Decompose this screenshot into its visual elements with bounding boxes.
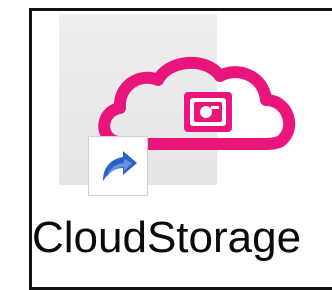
- shortcut-arrow-icon: [103, 151, 137, 181]
- shortcut-label: CloudStorage: [32, 213, 302, 262]
- shortcut-overlay: [88, 136, 148, 196]
